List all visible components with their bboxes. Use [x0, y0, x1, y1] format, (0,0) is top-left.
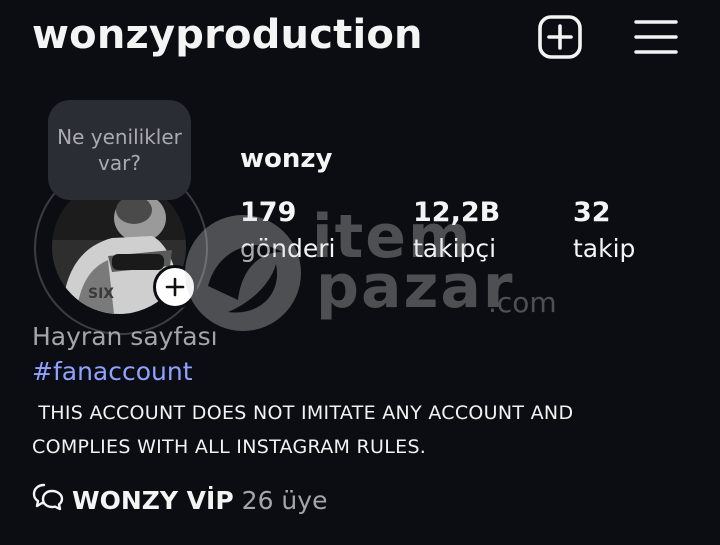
watermark: item pazar .com [178, 196, 568, 336]
svg-text:SIX: SIX [88, 286, 114, 302]
posts-label: gönderi [240, 234, 336, 263]
note-text: Ne yenilikler var? [57, 125, 182, 175]
followers-count: 12,2B [413, 197, 501, 228]
channel-name: WONZY VİP [72, 485, 234, 515]
watermark-suffix: .com [488, 286, 557, 319]
header-username[interactable]: wonzyproduction [32, 12, 423, 58]
posts-count: 179 [240, 197, 297, 228]
broadcast-channel[interactable]: WONZY VİP 26 üye [32, 482, 327, 518]
stat-followers[interactable]: 12,2B takipçi [413, 196, 500, 266]
broadcast-chat-icon [32, 482, 64, 518]
followers-label: takipçi [413, 234, 497, 263]
bio-category: Hayran sayfası [32, 322, 218, 351]
hamburger-menu-icon[interactable] [634, 14, 678, 60]
note-bubble[interactable]: Ne yenilikler var? [48, 100, 191, 200]
bio-hashtag-link[interactable]: #fanaccount [32, 357, 193, 386]
following-label: takip [573, 234, 636, 263]
display-name: wonzy [240, 144, 333, 174]
following-count: 32 [573, 197, 611, 228]
bio-text: THIS ACCOUNT DOES NOT IMITATE ANY ACCOUN… [32, 402, 574, 458]
stat-following[interactable]: 32 takip [573, 196, 635, 266]
channel-member-count: 26 üye [241, 485, 328, 515]
plus-square-icon[interactable] [537, 14, 583, 60]
stat-posts[interactable]: 179 gönderi [240, 196, 335, 266]
add-story-icon[interactable] [153, 265, 197, 309]
